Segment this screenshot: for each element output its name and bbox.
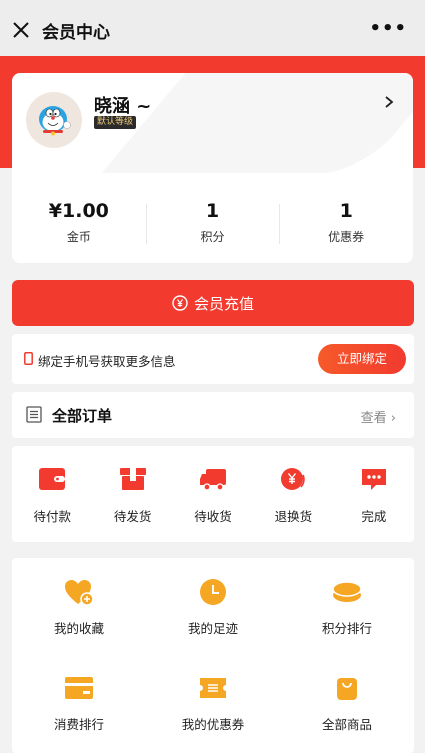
bind-phone-text: 绑定手机号获取更多信息 [38,354,176,369]
bind-now-button[interactable]: 立即绑定 [318,344,406,374]
tool-all-products[interactable]: 全部商品 [280,674,414,733]
member-card: 晓涵 ~ 默认等级 ¥1.00 金币 1 积分 1 优惠券 [12,73,413,263]
order-pending-shipment[interactable]: 待发货 [92,446,172,542]
order-label: 待付款 [33,509,71,524]
chat-bubble-icon [361,469,386,490]
user-nickname: 晓涵 ~ [94,96,152,117]
tool-label: 我的收藏 [53,621,104,636]
tools-grid: 我的收藏 我的足迹 积分排行 消费排行 我的优惠券 全部商品 [12,558,414,753]
card-icon [65,677,93,699]
card-decoration [101,73,413,173]
tool-favorites[interactable]: 我的收藏 [12,578,146,637]
order-completed[interactable]: 完成 [334,446,414,542]
close-icon[interactable] [12,21,30,39]
order-status-row: 待付款 待发货 待收货 退换货 完成 [12,446,414,542]
truck-icon [200,469,227,491]
stat-label: 积分 [200,230,225,244]
view-orders-link[interactable]: 查看 › [361,407,396,426]
stat-value: 1 [339,200,353,222]
more-icon[interactable]: ••• [369,18,407,39]
tool-label: 我的优惠券 [181,717,245,732]
bag-icon [337,678,357,700]
all-orders-title: 全部订单 [52,407,113,425]
package-icon [119,468,146,490]
nav-bar: 会员中心 ••• [0,0,425,56]
avatar[interactable] [26,92,82,148]
member-stats: ¥1.00 金币 1 积分 1 优惠券 [12,200,413,248]
tool-label: 我的足迹 [187,621,238,636]
tool-label: 消费排行 [53,717,104,732]
stat-coupons[interactable]: 1 优惠券 [279,200,413,248]
stat-value: 1 [205,200,220,222]
order-label: 完成 [361,509,387,524]
document-icon [26,406,42,423]
level-badge: 默认等级 [94,116,137,129]
tool-label: 全部商品 [321,717,372,732]
order-returns[interactable]: 退换货 [253,446,333,542]
order-pending-payment[interactable]: 待付款 [12,446,92,542]
stat-label: 优惠券 [328,230,365,244]
tool-my-coupons[interactable]: 我的优惠券 [146,674,280,733]
tool-spending-ranking[interactable]: 消费排行 [12,674,146,733]
chevron-right-icon[interactable] [383,96,395,108]
clock-icon [200,579,226,605]
heart-plus-icon [65,580,94,606]
yuan-coin-icon [172,295,188,311]
recharge-label: 会员充值 [193,294,254,313]
order-label: 待发货 [113,509,152,524]
stat-label: 金币 [66,230,91,244]
tool-points-ranking[interactable]: 积分排行 [280,578,414,637]
order-pending-receipt[interactable]: 待收货 [173,446,253,542]
refund-icon [281,468,306,490]
page-title: 会员中心 [42,23,110,43]
order-label: 待收货 [194,509,232,524]
doraemon-avatar-icon [26,92,82,148]
stat-coins[interactable]: ¥1.00 金币 [12,200,146,248]
stat-points[interactable]: 1 积分 [145,200,280,248]
ticket-icon [200,678,226,698]
order-label: 退换货 [274,509,313,524]
tool-label: 积分排行 [321,621,372,636]
stat-value: ¥1.00 [48,200,109,222]
all-orders-header[interactable]: 全部订单 查看 › [12,392,414,438]
coins-icon [332,581,362,602]
bind-phone-bar: 绑定手机号获取更多信息 立即绑定 [12,334,414,384]
recharge-button[interactable]: 会员充值 [12,280,414,326]
wallet-icon [39,468,66,490]
tool-footprints[interactable]: 我的足迹 [146,578,280,637]
phone-icon [24,352,33,365]
